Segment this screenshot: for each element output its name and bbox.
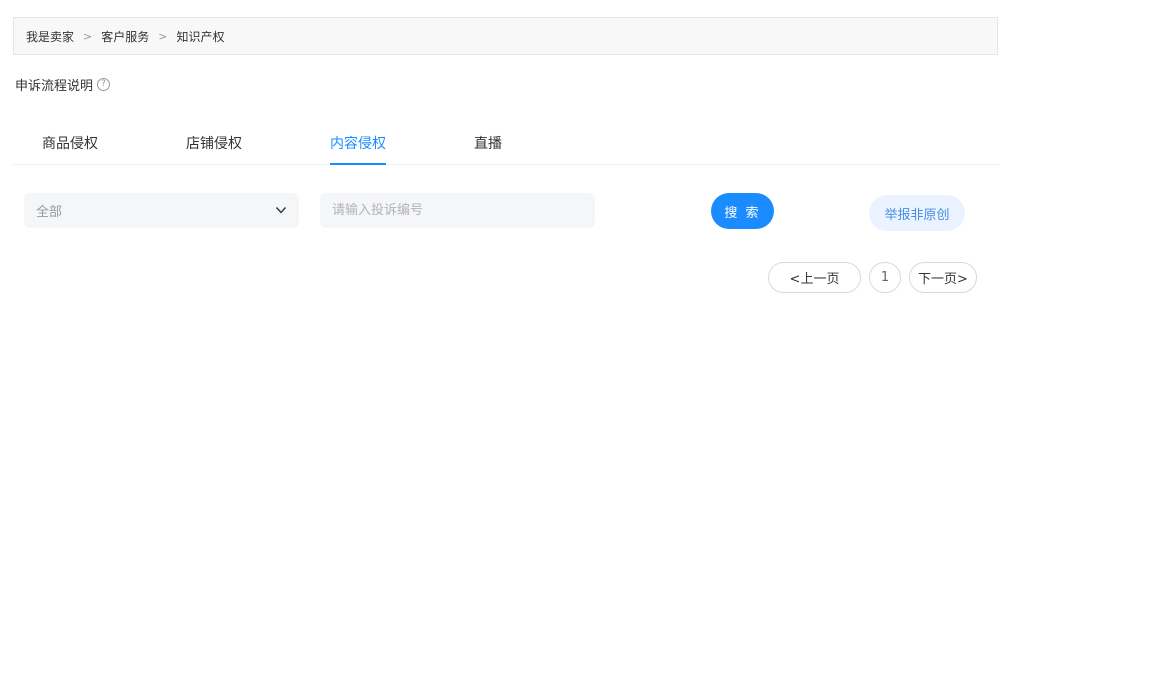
breadcrumb-separator: > <box>158 29 168 43</box>
tab-product-infringement[interactable]: 商品侵权 <box>42 122 98 164</box>
tab-live-stream[interactable]: 直播 <box>474 122 502 164</box>
page-number-button[interactable]: 1 <box>869 262 901 293</box>
breadcrumb-item-ip: 知识产权 <box>176 29 225 44</box>
breadcrumb: 我是卖家 > 客户服务 > 知识产权 <box>13 17 998 55</box>
tab-content-infringement[interactable]: 内容侵权 <box>330 122 386 165</box>
breadcrumb-separator: > <box>83 29 93 43</box>
search-button[interactable]: 搜 索 <box>711 193 774 229</box>
breadcrumb-item-seller[interactable]: 我是卖家 <box>26 28 74 45</box>
page: 我是卖家 > 客户服务 > 知识产权 申诉流程说明 ? 商品侵权 店铺侵权 内容… <box>0 0 1160 684</box>
breadcrumb-item-customer-service[interactable]: 客户服务 <box>101 28 149 45</box>
status-select[interactable]: 全部 <box>24 193 299 228</box>
appeal-process-label: 申诉流程说明 <box>15 78 94 94</box>
tab-bar: 商品侵权 店铺侵权 内容侵权 直播 <box>13 122 1000 165</box>
status-select-value: 全部 <box>36 205 63 220</box>
prev-page-button[interactable]: <上一页 <box>768 262 861 293</box>
tab-store-infringement[interactable]: 店铺侵权 <box>186 122 242 164</box>
question-circle-icon[interactable]: ? <box>97 77 111 91</box>
report-non-original-button[interactable]: 举报非原创 <box>869 195 965 231</box>
next-page-button[interactable]: 下一页> <box>909 262 977 293</box>
chevron-down-icon <box>275 207 287 214</box>
complaint-number-input[interactable] <box>320 193 595 228</box>
appeal-process-link[interactable]: 申诉流程说明 ? <box>15 75 111 94</box>
